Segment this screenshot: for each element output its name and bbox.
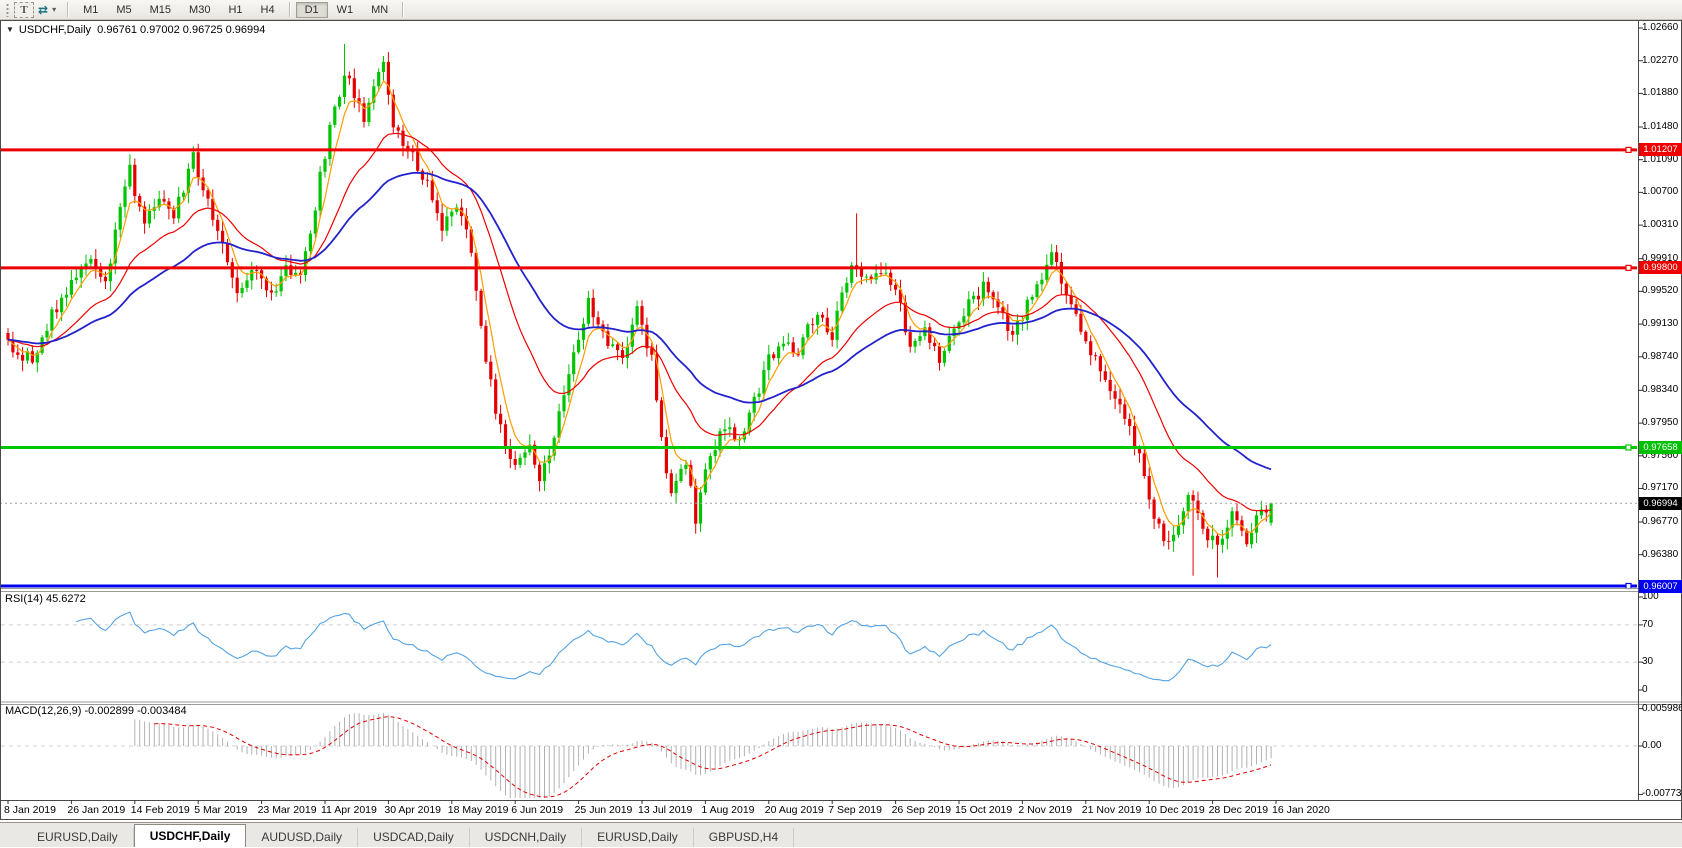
price-axis-tick: 0.97170 [1642, 482, 1682, 493]
date-axis-label: 16 Jan 2020 [1272, 804, 1330, 816]
price-badge: 0.99800 [1639, 261, 1682, 274]
toolbar-separator [67, 2, 69, 17]
toolbar-separator [289, 2, 291, 17]
price-axis-tick: 1.00700 [1642, 186, 1682, 197]
price-axis-tick: 1.02270 [1642, 55, 1682, 66]
price-badge: 1.01207 [1639, 143, 1682, 156]
date-axis-label: 8 Jan 2019 [4, 804, 56, 816]
text-tool-button[interactable]: T [14, 2, 34, 18]
top-toolbar: T ⇄ ▾ M1M5M15M30H1H4 D1W1MN [0, 0, 1682, 20]
date-axis-label: 30 Apr 2019 [384, 804, 441, 816]
date-axis-label: 13 Jul 2019 [638, 804, 692, 816]
date-axis-label: 25 Jun 2019 [575, 804, 633, 816]
rsi-axis-tick: 30 [1642, 656, 1682, 667]
price-axis-tick: 0.97950 [1642, 417, 1682, 428]
toolbar-drag-handle[interactable] [5, 3, 10, 17]
macd-axis-tick: -0.007737 [1642, 788, 1682, 799]
date-axis-label: 15 Oct 2019 [955, 804, 1012, 816]
macd-signal-line [154, 717, 1271, 797]
cycle-arrows-icon: ⇄ [38, 3, 48, 17]
tab-usdchf-daily[interactable]: USDCHF,Daily [134, 824, 247, 847]
chart-symbol-label: USDCHF,Daily [19, 24, 91, 36]
tab-usdcnh-daily[interactable]: USDCNH,Daily [470, 828, 582, 847]
price-axis-tick: 0.96770 [1642, 516, 1682, 527]
timeframe-group: M1M5M15M30H1H4 D1W1MN [74, 2, 409, 18]
date-axis-label: 20 Aug 2019 [765, 804, 824, 816]
macd-histogram [135, 713, 1271, 803]
timeframe-button-d1[interactable]: D1 [296, 2, 328, 18]
timeframe-button-w1[interactable]: W1 [328, 2, 363, 18]
tab-audusd-daily[interactable]: AUDUSD,Daily [246, 828, 358, 847]
macd-indicator-label: MACD(12,26,9) -0.002899 -0.003484 [5, 705, 187, 717]
chart-header: ▼ USDCHF,Daily 0.96761 0.97002 0.96725 0.… [6, 24, 265, 36]
timeframe-button-m30[interactable]: M30 [180, 2, 219, 18]
collapse-triangle-icon[interactable]: ▼ [6, 25, 14, 34]
timeframe-button-h1[interactable]: H1 [219, 2, 251, 18]
date-axis-label: 28 Dec 2019 [1209, 804, 1269, 816]
price-axis-tick: 0.99520 [1642, 285, 1682, 296]
price-axis-tick: 1.01880 [1642, 87, 1682, 98]
timeframe-button-mn[interactable]: MN [362, 2, 397, 18]
timeframe-button-m15[interactable]: M15 [141, 2, 180, 18]
price-axis-tick: 1.01480 [1642, 121, 1682, 132]
symbols-cycle-button[interactable]: ⇄ ▾ [36, 2, 61, 18]
rsi-axis-tick: 100 [1642, 591, 1682, 602]
date-axis-label: 11 Apr 2019 [321, 804, 377, 816]
date-axis-label: 1 Aug 2019 [701, 804, 754, 816]
rsi-axis-tick: 0 [1642, 684, 1682, 695]
price-badge: 0.96007 [1639, 580, 1682, 593]
timeframe-button-h4[interactable]: H4 [252, 2, 284, 18]
date-axis-label: 21 Nov 2019 [1082, 804, 1142, 816]
timeframe-button-m1[interactable]: M1 [74, 2, 107, 18]
chart-tab-bar: EURUSD,DailyUSDCHF,DailyAUDUSD,DailyUSDC… [0, 822, 1682, 847]
macd-axis-tick: 0.00 [1642, 740, 1682, 751]
tab-gbpusd-h4[interactable]: GBPUSD,H4 [694, 828, 794, 847]
chart-ohlc-values: 0.96761 0.97002 0.96725 0.96994 [97, 24, 265, 36]
date-axis-label: 2 Nov 2019 [1018, 804, 1072, 816]
price-badge: 0.96994 [1639, 497, 1682, 510]
date-axis-label: 26 Sep 2019 [892, 804, 952, 816]
price-axis-tick: 0.96380 [1642, 549, 1682, 560]
price-axis-tick: 0.99130 [1642, 318, 1682, 329]
date-axis-label: 10 Dec 2019 [1145, 804, 1205, 816]
date-axis-label: 14 Feb 2019 [131, 804, 190, 816]
rsi-axis-tick: 70 [1642, 619, 1682, 630]
tab-eurusd-daily[interactable]: EURUSD,Daily [582, 828, 694, 847]
date-axis-label: 7 Sep 2019 [828, 804, 882, 816]
date-axis-label: 26 Jan 2019 [67, 804, 125, 816]
date-axis-label: 5 Mar 2019 [194, 804, 247, 816]
tab-eurusd-daily[interactable]: EURUSD,Daily [22, 828, 134, 847]
date-axis-label: 23 Mar 2019 [258, 804, 317, 816]
toolbar-separator [402, 2, 404, 17]
date-axis-label: 6 Jun 2019 [511, 804, 563, 816]
price-axis-tick: 1.00310 [1642, 219, 1682, 230]
date-axis-label: 18 May 2019 [448, 804, 509, 816]
price-axis-tick: 1.02660 [1642, 22, 1682, 33]
horizontal-lines-group[interactable] [0, 147, 1637, 588]
rsi-indicator-label: RSI(14) 45.6272 [5, 593, 86, 605]
tab-usdcad-daily[interactable]: USDCAD,Daily [358, 828, 470, 847]
chevron-down-icon[interactable]: ▾ [52, 5, 56, 14]
rsi-line [76, 612, 1271, 681]
price-badge: 0.97658 [1639, 441, 1682, 454]
price-axis-tick: 0.98340 [1642, 384, 1682, 395]
tab-bar-lead-space [0, 823, 22, 847]
mt4-window: { "toolbar": { "text_tool_label": "T", "… [0, 0, 1682, 847]
price-axis-tick: 0.98740 [1642, 351, 1682, 362]
timeframe-button-m5[interactable]: M5 [107, 2, 140, 18]
chart-canvas[interactable] [0, 20, 1682, 820]
macd-axis-tick: 0.005986 [1642, 703, 1682, 714]
